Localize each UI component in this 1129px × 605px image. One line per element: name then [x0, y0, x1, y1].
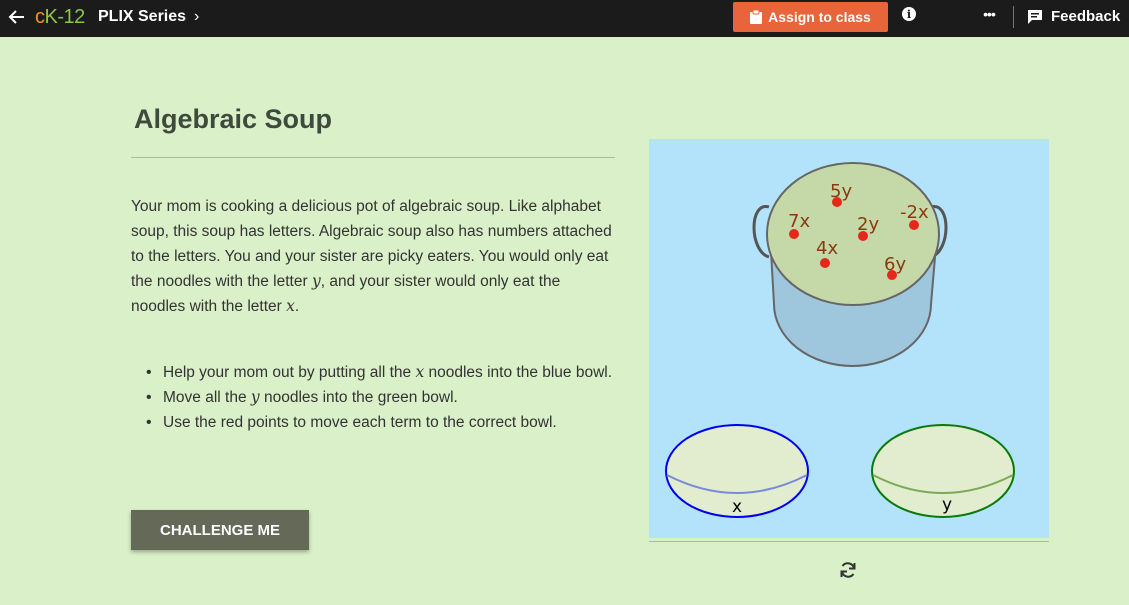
svg-text:4x: 4x: [816, 238, 838, 259]
list-item: Help your mom out by putting all the x n…: [146, 360, 613, 385]
assign-label: Assign to class: [768, 9, 871, 25]
instruction-list: Help your mom out by putting all the x n…: [146, 360, 613, 435]
list-item: Use the red points to move each term to …: [146, 410, 613, 435]
top-nav-bar: cK-12 PLIX Series › Assign to class i ••…: [0, 0, 1129, 37]
reset-button[interactable]: [838, 560, 858, 580]
svg-text:2y: 2y: [857, 214, 879, 235]
bowl-x: x: [665, 424, 809, 518]
bowl-x-label: x: [732, 497, 742, 517]
more-options-icon[interactable]: •••: [978, 6, 1000, 26]
clipboard-icon: [750, 10, 763, 24]
bowl-y: y: [871, 424, 1015, 518]
title-divider: [131, 157, 615, 158]
svg-text:5y: 5y: [830, 181, 852, 202]
refresh-icon: [840, 562, 856, 578]
feedback-icon: [1028, 9, 1042, 24]
assign-to-class-button[interactable]: Assign to class: [733, 2, 888, 32]
back-button[interactable]: [4, 4, 30, 30]
chevron-right-icon: ›: [194, 8, 200, 25]
page-title: Algebraic Soup: [134, 104, 333, 134]
list-item: Move all the y noodles into the green bo…: [146, 385, 613, 410]
bowl-y-label: y: [942, 495, 952, 515]
toolbar-divider: [1013, 6, 1014, 28]
intro-paragraph: Your mom is cooking a delicious pot of a…: [131, 198, 612, 315]
svg-text:7x: 7x: [788, 211, 810, 232]
plix-series-link[interactable]: PLIX Series ›: [98, 8, 199, 26]
challenge-me-button[interactable]: CHALLENGE ME: [131, 510, 309, 550]
feedback-button[interactable]: Feedback: [1027, 8, 1120, 25]
panel-divider: [649, 541, 1049, 542]
svg-text:6y: 6y: [884, 254, 906, 275]
plix-series-label: PLIX Series: [98, 8, 187, 25]
arrow-left-icon: [8, 10, 24, 24]
soup-simulation[interactable]: 5y 7x 2y -2x 4x 6y x y: [649, 139, 1049, 538]
info-icon[interactable]: i: [902, 7, 916, 21]
feedback-label: Feedback: [1051, 8, 1121, 25]
ck12-logo[interactable]: cK-12: [35, 6, 85, 29]
svg-text:-2x: -2x: [900, 202, 929, 223]
interactive-panel[interactable]: 5y 7x 2y -2x 4x 6y x y: [649, 139, 1049, 538]
